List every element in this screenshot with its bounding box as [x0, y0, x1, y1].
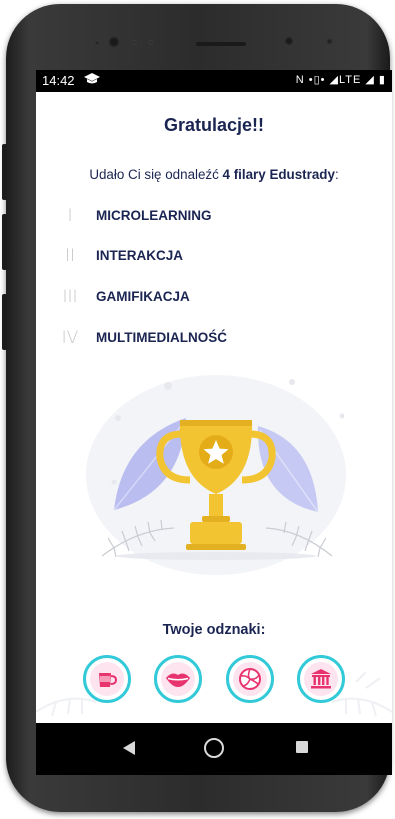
badge-microlearning[interactable] [83, 655, 131, 703]
system-status-icons: N •▯• ◢LTE ◢ ▮ [295, 74, 386, 86]
earpiece-speaker [196, 42, 246, 46]
pillar-label: INTERAKCJA [96, 248, 184, 263]
intro-highlight: 4 filary Edustrady [222, 167, 335, 182]
badge-multimedialnosc[interactable] [297, 655, 345, 703]
proximity-sensor [284, 36, 294, 46]
front-camera [108, 36, 120, 48]
badge-interakcja[interactable] [154, 655, 202, 703]
home-icon[interactable] [204, 738, 224, 758]
pillar-label: MICROLEARNING [96, 208, 212, 223]
pillar-numeral: I [67, 206, 73, 226]
badges-title: Twoje odznaki: [162, 622, 266, 638]
intro-suffix: : [334, 167, 339, 182]
badge-inner [304, 662, 338, 696]
light-sensor [326, 38, 333, 45]
pillar-label: GAMIFIKACJA [96, 289, 190, 304]
recent-apps-icon[interactable] [296, 741, 308, 753]
badge-inner [161, 662, 195, 696]
building-icon [311, 669, 331, 689]
trophy-illustration [86, 375, 346, 575]
badge-inner [90, 662, 124, 696]
status-bar: 14:42 N •▯• ◢LTE ◢ ▮ [36, 70, 392, 92]
badge-inner [233, 662, 267, 696]
page-title: Gratulacje!! [163, 115, 265, 135]
back-icon[interactable] [122, 740, 136, 761]
navigation-bar [36, 723, 392, 775]
pillar-numeral: II [64, 246, 76, 266]
intro-text: Udało Ci się odnaleźć 4 filary Edustrady… [36, 167, 392, 182]
volleyball-icon [239, 668, 261, 690]
cup-icon [99, 673, 118, 687]
clock: 14:42 [42, 73, 75, 88]
sensor-dot [94, 40, 100, 46]
phone-screen: 14:42 N •▯• ◢LTE ◢ ▮ Gratulacje!! Udało … [36, 70, 392, 723]
congratulations-screen: Gratulacje!! Udało Ci się odnaleźć 4 fil… [36, 92, 392, 723]
graduation-cap-icon [84, 72, 100, 89]
volume-down-button [2, 214, 7, 270]
power-button [2, 294, 7, 350]
pillar-numeral: IV [61, 328, 79, 348]
badge-gamifikacja[interactable] [226, 655, 274, 703]
sensor-dot [132, 40, 137, 45]
sensor-dot [148, 40, 153, 45]
pillar-label: MULTIMEDIALNOŚĆ [96, 330, 227, 345]
lips-icon [166, 673, 190, 687]
intro-prefix: Udało Ci się odnaleźć [89, 167, 223, 182]
pillar-numeral: III [62, 287, 78, 307]
volume-up-button [2, 144, 7, 200]
